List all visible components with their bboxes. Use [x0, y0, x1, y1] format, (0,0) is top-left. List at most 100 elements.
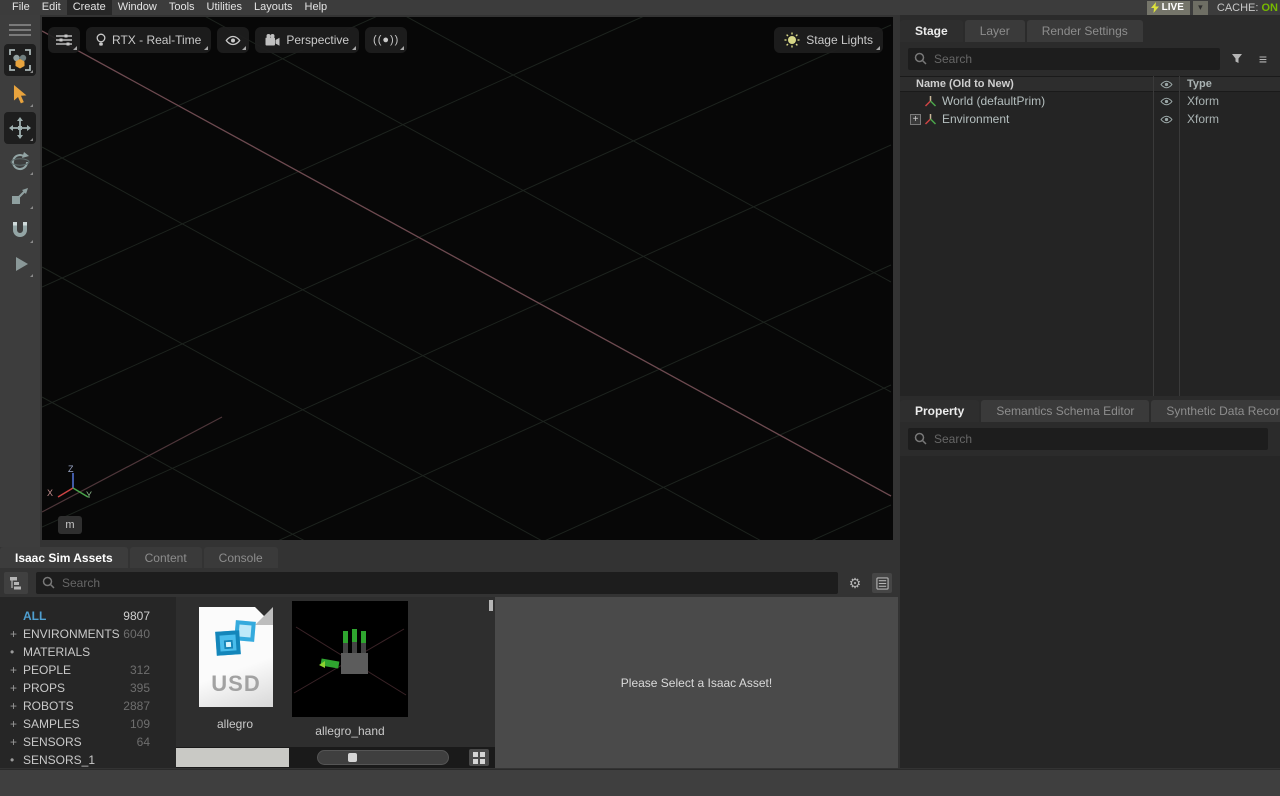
stage-search-input[interactable]	[908, 48, 1220, 70]
select-tool-button[interactable]	[4, 78, 36, 110]
rotate-icon	[9, 151, 31, 173]
xform-icon	[924, 95, 937, 108]
settings-button[interactable]: ⚙	[846, 574, 864, 592]
stage-row-environment[interactable]: + Environment Xform	[900, 110, 1280, 128]
expand-toggle[interactable]: +	[910, 114, 921, 125]
grid-view-button[interactable]	[469, 749, 489, 766]
rotate-tool-button[interactable]	[4, 146, 36, 178]
scale-icon	[10, 186, 30, 206]
asset-allegro[interactable]: USD allegro	[180, 601, 290, 731]
menu-edit[interactable]: Edit	[36, 0, 67, 15]
category-sensors-1[interactable]: •SENSORS_1	[0, 751, 176, 768]
unit-label: m	[65, 519, 74, 531]
property-body	[900, 456, 1280, 768]
stage-options-button[interactable]: ≡	[1254, 50, 1272, 68]
visibility-column-icon	[1160, 80, 1173, 89]
axis-gizmo[interactable]: Z X Y	[50, 466, 96, 508]
menu-layouts[interactable]: Layouts	[248, 0, 299, 15]
assets-horizontal-scrollbar[interactable]	[176, 748, 289, 767]
assets-search-row: ⚙	[4, 572, 892, 594]
cache-label: CACHE:	[1217, 2, 1259, 14]
list-view-icon	[876, 577, 889, 590]
stage-row-world[interactable]: World (defaultPrim) Xform	[900, 92, 1280, 110]
property-search-input[interactable]	[908, 428, 1268, 450]
menu-window[interactable]: Window	[112, 0, 163, 15]
tab-layer[interactable]: Layer	[965, 20, 1025, 42]
visibility-toggle[interactable]	[1160, 94, 1173, 109]
play-button[interactable]	[4, 248, 36, 280]
category-sensors[interactable]: +SENSORS64	[0, 733, 176, 751]
prim-type: Xform	[1179, 112, 1280, 126]
category-tree-toggle-button[interactable]	[4, 572, 28, 594]
snap-tool-button[interactable]	[4, 214, 36, 246]
axis-z-label: Z	[68, 464, 74, 474]
renderer-label: RTX - Real-Time	[112, 33, 201, 47]
tab-synthetic-data-recorder[interactable]: Synthetic Data Recorder	[1151, 400, 1280, 422]
tab-stage[interactable]: Stage	[900, 20, 963, 42]
prim-name: World (defaultPrim)	[942, 94, 1045, 108]
tab-property[interactable]: Property	[900, 400, 979, 422]
stage-tree-header[interactable]: Name (Old to New) Type	[900, 76, 1280, 92]
property-tab-bar: Property Semantics Schema Editor Synthet…	[900, 400, 1280, 422]
tree-view-icon	[9, 576, 23, 590]
visibility-toggle[interactable]	[1160, 112, 1173, 127]
renderer-button[interactable]: RTX - Real-Time	[86, 27, 211, 53]
stage-tree: Name (Old to New) Type World (defaultPri…	[900, 76, 1280, 396]
view-options-button[interactable]	[872, 573, 892, 593]
stage-lights-button[interactable]: Stage Lights	[774, 27, 883, 53]
eye-icon	[225, 35, 241, 46]
category-environments[interactable]: +ENVIRONMENTS6040	[0, 625, 176, 643]
usd-file-icon: USD	[180, 601, 290, 713]
menu-create[interactable]: Create	[67, 0, 112, 15]
category-materials[interactable]: •MATERIALS	[0, 643, 176, 661]
thumbnail-size-slider[interactable]	[317, 750, 449, 765]
live-dropdown-button[interactable]: ▾	[1193, 1, 1208, 15]
viewport-settings-button[interactable]	[48, 27, 80, 53]
menu-help[interactable]: Help	[299, 0, 334, 15]
stage-lights-label: Stage Lights	[806, 33, 873, 47]
cache-status: CACHE: ON	[1217, 2, 1278, 14]
category-robots[interactable]: +ROBOTS2887	[0, 697, 176, 715]
menu-utilities[interactable]: Utilities	[201, 0, 248, 15]
capture-icon: ((●))	[373, 34, 399, 46]
column-name: Name (Old to New)	[900, 78, 1153, 90]
tab-content[interactable]: Content	[130, 547, 202, 568]
live-button[interactable]: LIVE	[1147, 1, 1190, 15]
category-people[interactable]: +PEOPLE312	[0, 661, 176, 679]
xform-icon	[924, 113, 937, 126]
viewport-canvas[interactable]: RTX - Real-Time Perspective ((●))	[42, 17, 893, 540]
play-icon	[16, 257, 28, 271]
tool-sidebar	[0, 15, 40, 547]
magnet-icon	[10, 220, 30, 240]
menu-bar: File Edit Create Window Tools Utilities …	[0, 0, 1280, 15]
asset-allegro-hand[interactable]: allegro_hand	[292, 601, 408, 738]
capture-button[interactable]: ((●))	[365, 27, 407, 53]
tab-isaac-sim-assets[interactable]: Isaac Sim Assets	[0, 547, 128, 568]
lightbulb-icon	[96, 33, 106, 47]
toolbar-drag-handle[interactable]	[9, 21, 31, 39]
tab-render-settings[interactable]: Render Settings	[1027, 20, 1143, 42]
camera-icon	[265, 34, 280, 46]
assets-search-input[interactable]	[36, 572, 838, 594]
tab-console[interactable]: Console	[204, 547, 278, 568]
grid-view-icon	[473, 752, 485, 764]
camera-button[interactable]: Perspective	[255, 27, 359, 53]
assets-vertical-scrollbar[interactable]	[489, 600, 493, 611]
visibility-button[interactable]	[217, 27, 249, 53]
filter-button[interactable]	[1228, 50, 1246, 68]
eye-icon	[1160, 115, 1173, 124]
right-panel: Stage Layer Render Settings ≡ Name (Old …	[900, 15, 1280, 768]
selection-mode-button[interactable]	[4, 44, 36, 76]
slider-handle[interactable]	[348, 753, 357, 762]
prim-name: Environment	[942, 112, 1009, 126]
category-props[interactable]: +PROPS395	[0, 679, 176, 697]
tab-semantics-schema-editor[interactable]: Semantics Schema Editor	[981, 400, 1149, 422]
asset-grid: USD allegro allegro_hand	[176, 597, 495, 768]
category-samples[interactable]: +SAMPLES109	[0, 715, 176, 733]
unit-badge[interactable]: m	[58, 516, 82, 534]
move-tool-button[interactable]	[4, 112, 36, 144]
menu-tools[interactable]: Tools	[163, 0, 201, 15]
category-all[interactable]: ALL9807	[0, 607, 176, 625]
scale-tool-button[interactable]	[4, 180, 36, 212]
menu-file[interactable]: File	[6, 0, 36, 15]
